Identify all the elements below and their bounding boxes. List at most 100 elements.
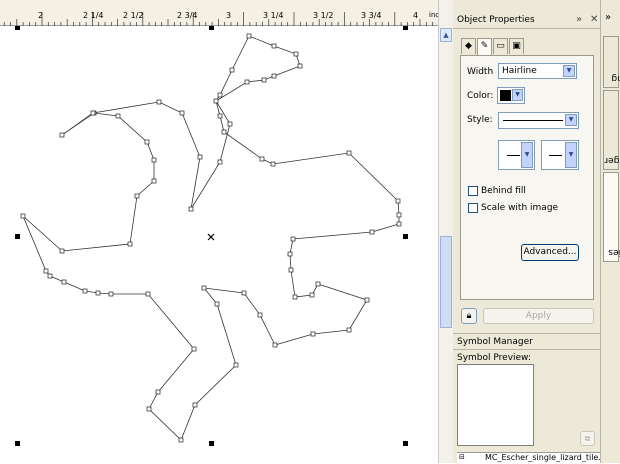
path-node[interactable] — [246, 33, 252, 39]
behind-fill-label[interactable]: Behind fill — [481, 186, 526, 196]
path-node[interactable] — [217, 159, 223, 165]
path-node[interactable] — [290, 236, 296, 242]
lock-button[interactable]: 🔒︎ — [461, 308, 477, 324]
path-node[interactable] — [43, 268, 49, 274]
path-node[interactable] — [315, 281, 321, 287]
tab-general[interactable]: ▭ — [493, 38, 508, 54]
path-node[interactable] — [214, 301, 220, 307]
path-node[interactable] — [144, 139, 150, 145]
scroll-up-button[interactable]: ▲ — [440, 28, 452, 42]
tab-fill[interactable]: ◆ — [461, 38, 476, 54]
path-node[interactable] — [310, 331, 316, 337]
handle-bottom-center[interactable] — [209, 441, 214, 446]
path-node[interactable] — [82, 288, 88, 294]
path-node[interactable] — [95, 290, 101, 296]
tab-object-properties[interactable]: Object Properties — [603, 172, 620, 262]
handle-bottom-left[interactable] — [15, 441, 20, 446]
path-node[interactable] — [201, 285, 207, 291]
path-node[interactable] — [145, 291, 151, 297]
path-node[interactable] — [272, 342, 278, 348]
path-node[interactable] — [395, 198, 401, 204]
scale-with-image-label[interactable]: Scale with image — [481, 203, 558, 213]
path-node[interactable] — [364, 297, 370, 303]
path-node[interactable] — [155, 389, 161, 395]
scale-with-image-checkbox[interactable] — [468, 203, 478, 213]
path-node[interactable] — [179, 110, 185, 116]
path-node[interactable] — [217, 113, 223, 119]
tab-outline[interactable]: ✎ — [477, 38, 492, 55]
expand-icon[interactable]: » — [576, 14, 582, 25]
path-node[interactable] — [271, 43, 277, 49]
path-node[interactable] — [227, 121, 233, 127]
path-node[interactable] — [346, 150, 352, 156]
start-arrow-dropdown[interactable]: ▼ — [498, 140, 535, 170]
path-node[interactable] — [261, 77, 267, 83]
path-node[interactable] — [192, 402, 198, 408]
advanced-button[interactable]: Advanced... — [521, 244, 579, 261]
path-node[interactable] — [59, 248, 65, 254]
color-picker[interactable]: ▼ — [497, 87, 525, 104]
close-icon[interactable]: ✕ — [590, 14, 598, 25]
vertical-scrollbar[interactable]: ▲ — [438, 0, 453, 463]
path-node[interactable] — [20, 213, 26, 219]
path-node[interactable] — [396, 212, 402, 218]
path-node[interactable] — [297, 63, 303, 69]
horizontal-ruler[interactable]: 2 2 1/4 2 1/2 2 3/4 3 3 1/4 3 1/2 3 3/4 … — [0, 0, 452, 26]
path-node[interactable] — [47, 273, 53, 279]
style-dropdown[interactable]: ▼ — [498, 112, 579, 129]
center-marker-icon[interactable] — [207, 233, 215, 241]
path-node[interactable] — [241, 290, 247, 296]
path-node[interactable] — [270, 161, 276, 167]
path-node[interactable] — [259, 156, 265, 162]
path-node[interactable] — [346, 327, 352, 333]
path-node[interactable] — [257, 312, 263, 318]
handle-bottom-right[interactable] — [403, 441, 408, 446]
path-node[interactable] — [233, 362, 239, 368]
handle-middle-left[interactable] — [15, 234, 20, 239]
path-node[interactable] — [293, 51, 299, 57]
handle-top-left[interactable] — [15, 26, 20, 30]
expand-icon[interactable]: » — [605, 12, 611, 23]
tab-shaping[interactable]: Shaping — [603, 36, 620, 88]
path-node[interactable] — [59, 132, 65, 138]
handle-top-right[interactable] — [403, 26, 408, 30]
path-node[interactable] — [369, 229, 375, 235]
tab-object-manager[interactable]: Object Manager — [603, 90, 620, 170]
path-node[interactable] — [229, 67, 235, 73]
path-node[interactable] — [115, 113, 121, 119]
path-node[interactable] — [287, 251, 293, 257]
symbol-action-button-1[interactable]: ⧉ — [580, 431, 595, 446]
path-node[interactable] — [288, 267, 294, 273]
path-node[interactable] — [108, 291, 114, 297]
path-node[interactable] — [292, 294, 298, 300]
path-node[interactable] — [61, 279, 67, 285]
width-dropdown[interactable]: Hairline ▼ — [498, 63, 577, 79]
path-node[interactable] — [191, 346, 197, 352]
path-node[interactable] — [90, 110, 96, 116]
tab-internet[interactable]: ▣ — [509, 38, 524, 54]
path-node[interactable] — [309, 292, 315, 298]
path-node[interactable] — [188, 206, 194, 212]
path-node[interactable] — [244, 79, 250, 85]
path-node[interactable] — [217, 92, 223, 98]
path-node[interactable] — [134, 193, 140, 199]
path-node[interactable] — [156, 99, 162, 105]
drawing-canvas[interactable]: 2 2 1/4 2 1/2 2 3/4 3 3 1/4 3 1/2 3 3/4 … — [0, 0, 452, 463]
path-node[interactable] — [221, 129, 227, 135]
path-node[interactable] — [151, 157, 157, 163]
path-node[interactable] — [151, 178, 157, 184]
scroll-thumb[interactable] — [440, 236, 452, 328]
handle-top-center[interactable] — [209, 26, 214, 30]
end-arrow-dropdown[interactable]: ▼ — [541, 140, 579, 170]
handle-middle-right[interactable] — [403, 234, 408, 239]
lizard-outline-shape[interactable] — [0, 0, 438, 463]
path-node[interactable] — [197, 154, 203, 160]
expand-tree-icon[interactable]: ⊟ — [459, 453, 465, 461]
path-node[interactable] — [178, 437, 184, 443]
path-node[interactable] — [271, 73, 277, 79]
symbol-file-row[interactable]: ⊟ MC_Escher_single_lizard_tile.CDR — [457, 452, 618, 464]
behind-fill-checkbox[interactable] — [468, 186, 478, 196]
apply-button[interactable]: Apply — [483, 308, 594, 324]
path-node[interactable] — [127, 241, 133, 247]
path-node[interactable] — [213, 98, 219, 104]
